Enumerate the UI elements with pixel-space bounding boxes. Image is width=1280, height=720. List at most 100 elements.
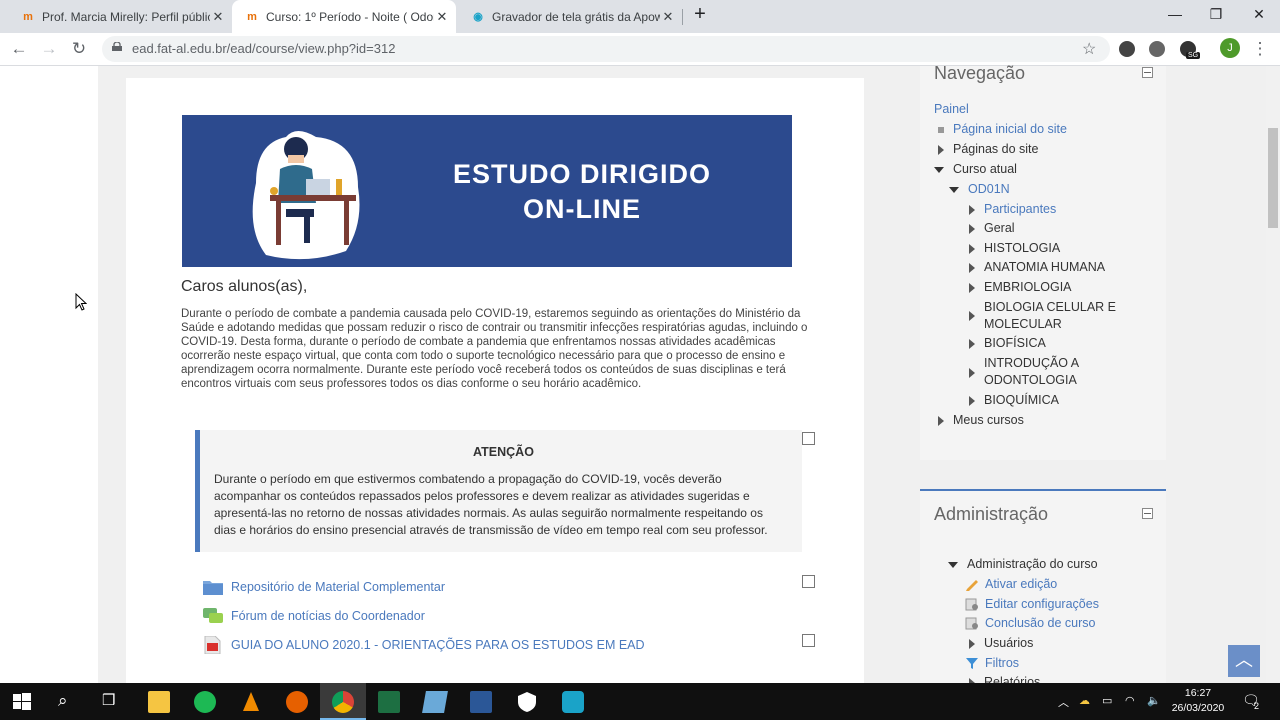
admin-course-completion[interactable]: Conclusão de curso: [965, 615, 1095, 632]
word-icon[interactable]: [470, 691, 492, 713]
pencil-icon: [966, 580, 978, 592]
admin-edit-settings[interactable]: Editar configurações: [965, 596, 1099, 613]
collapse-arrow-icon: [934, 166, 944, 173]
intro-paragraph: Durante o período de combate a pandemia …: [181, 308, 808, 390]
security-shield-icon[interactable]: [516, 691, 538, 713]
notes-app-icon[interactable]: [422, 691, 448, 713]
collapse-administration-button[interactable]: [1142, 508, 1153, 519]
resource-link[interactable]: GUIA DO ALUNO 2020.1 - ORIENTAÇÕES PARA …: [202, 634, 645, 656]
expand-arrow-icon: [969, 310, 975, 321]
clock-time: 16:27: [1184, 687, 1212, 699]
completion-checkbox[interactable]: [802, 432, 815, 445]
system-clock[interactable]: 16:27 26/03/2020: [1168, 686, 1228, 716]
folder-icon: [203, 581, 223, 595]
admin-course-administration[interactable]: Administração do curso: [948, 556, 1098, 573]
completion-checkbox[interactable]: [802, 634, 815, 647]
close-tab-icon[interactable]: ✕: [434, 9, 450, 25]
nav-label: Administração do curso: [967, 557, 1098, 571]
address-bar[interactable]: ead.fat-al.edu.br/ead/course/view.php?id…: [102, 36, 1110, 62]
nav-section-biofisica[interactable]: BIOFÍSICA: [969, 335, 1046, 352]
excel-icon[interactable]: [378, 691, 400, 713]
new-tab-button[interactable]: +: [690, 3, 710, 26]
nav-section-introducao[interactable]: [969, 364, 984, 381]
chrome-icon[interactable]: [332, 691, 354, 713]
battery-icon[interactable]: ▭: [1102, 694, 1112, 707]
scrollbar-thumb[interactable]: [1268, 128, 1278, 228]
windows-start-icon[interactable]: [11, 691, 33, 713]
admin-users[interactable]: Usuários: [969, 635, 1033, 652]
nav-participants[interactable]: Participantes: [969, 201, 1056, 218]
nav-label: Editar configurações: [985, 597, 1099, 611]
forward-button[interactable]: →: [39, 39, 59, 59]
reload-button[interactable]: ↻: [69, 39, 89, 59]
nav-section-geral[interactable]: Geral: [969, 220, 1015, 237]
close-window-button[interactable]: ✕: [1249, 6, 1269, 23]
collapse-navigation-button[interactable]: [1142, 67, 1153, 78]
resource-link[interactable]: Repositório de Material Complementar: [202, 576, 445, 598]
admin-filters[interactable]: Filtros: [965, 655, 1019, 672]
extension-badge: SG: [1186, 52, 1201, 59]
show-hidden-icons-icon[interactable]: ︿: [1058, 694, 1069, 710]
nav-course-code[interactable]: OD01N: [949, 181, 1010, 198]
nav-label: Conclusão de curso: [985, 616, 1096, 630]
minimize-button[interactable]: —: [1165, 6, 1185, 22]
browser-toolbar: ← → ↻ ead.fat-al.edu.br/ead/course/view.…: [0, 33, 1280, 66]
extension-icon[interactable]: [1149, 41, 1165, 57]
extension-icon[interactable]: [1119, 41, 1135, 57]
close-tab-icon[interactable]: ✕: [660, 9, 676, 25]
firefox-icon[interactable]: [286, 691, 308, 713]
back-to-top-button[interactable]: ︿: [1228, 645, 1260, 677]
banner-line-2: ON-LINE: [523, 194, 641, 224]
completion-checkbox[interactable]: [802, 575, 815, 588]
lock-icon: [112, 42, 122, 51]
admin-reports[interactable]: Relatórios: [969, 674, 1040, 683]
tab-screen-recorder[interactable]: ◉ Gravador de tela grátis da Apowe ✕: [458, 0, 680, 33]
profile-avatar[interactable]: J: [1220, 38, 1240, 58]
admin-reports-clip: Relatórios: [969, 674, 1109, 683]
nav-site-pages[interactable]: Páginas do site: [938, 141, 1038, 158]
vertical-scrollbar[interactable]: [1266, 66, 1280, 683]
restore-button[interactable]: ❐: [1206, 6, 1226, 23]
expand-arrow-icon: [969, 338, 975, 349]
banner-line-1: ESTUDO DIRIGIDO: [452, 159, 711, 189]
nav-label: ANATOMIA HUMANA: [984, 260, 1106, 274]
nav-label: MOLECULAR: [984, 317, 1062, 331]
onedrive-icon[interactable]: ☁: [1079, 694, 1090, 707]
volume-icon[interactable]: 🔈: [1147, 694, 1161, 707]
task-view-icon[interactable]: ❒: [102, 691, 124, 713]
nav-my-courses[interactable]: Meus cursos: [938, 412, 1024, 429]
tab-course[interactable]: m Curso: 1º Período - Noite ( Odon ✕: [232, 0, 456, 33]
resource-link[interactable]: Fórum de notícias do Coordenador: [202, 605, 425, 627]
recorder-icon: ◉: [473, 11, 483, 23]
nav-painel[interactable]: Painel: [934, 101, 969, 118]
nav-section-bioquimica[interactable]: BIOQUÍMICA: [969, 392, 1059, 409]
tab-separator: [682, 9, 683, 25]
bookmark-star-icon[interactable]: ☆: [1082, 39, 1096, 59]
wifi-icon[interactable]: ◠: [1125, 694, 1135, 707]
nav-section-anatomia[interactable]: ANATOMIA HUMANA: [969, 259, 1105, 276]
file-explorer-icon[interactable]: [148, 691, 170, 713]
nav-label: Relatórios: [984, 675, 1041, 683]
resource-label: Repositório de Material Complementar: [231, 580, 445, 594]
nav-section-histologia[interactable]: HISTOLOGIA: [969, 240, 1060, 257]
screen-recorder-icon[interactable]: [562, 691, 584, 713]
mouse-cursor-icon: [75, 293, 87, 311]
settings-icon: [965, 598, 978, 611]
spotify-icon[interactable]: [194, 691, 216, 713]
search-icon[interactable]: ⌕: [58, 691, 80, 713]
nav-section-biologia[interactable]: [969, 307, 984, 324]
close-tab-icon[interactable]: ✕: [210, 9, 226, 25]
expand-arrow-icon: [969, 243, 975, 254]
windows-taskbar: ⌕ ❒ ︿ ☁ ▭ ◠ 🔈 16:27 26/03/2020 🗨 2: [0, 683, 1280, 720]
moodle-icon: m: [247, 10, 257, 23]
back-button[interactable]: ←: [9, 39, 29, 59]
nav-current-course[interactable]: Curso atual: [934, 161, 1017, 178]
vlc-icon[interactable]: [240, 691, 262, 713]
tab-professor-profile[interactable]: m Prof. Marcia Mirelly: Perfil público ✕: [8, 0, 230, 33]
admin-turn-editing-on[interactable]: Ativar edição: [965, 576, 1057, 593]
notice-box: ATENÇÃO Durante o período em que estiver…: [195, 430, 802, 552]
nav-site-home[interactable]: Página inicial do site: [938, 121, 1067, 138]
expand-arrow-icon: [969, 367, 975, 378]
nav-section-embriologia[interactable]: EMBRIOLOGIA: [969, 279, 1072, 296]
menu-icon[interactable]: ⋮: [1250, 39, 1270, 59]
